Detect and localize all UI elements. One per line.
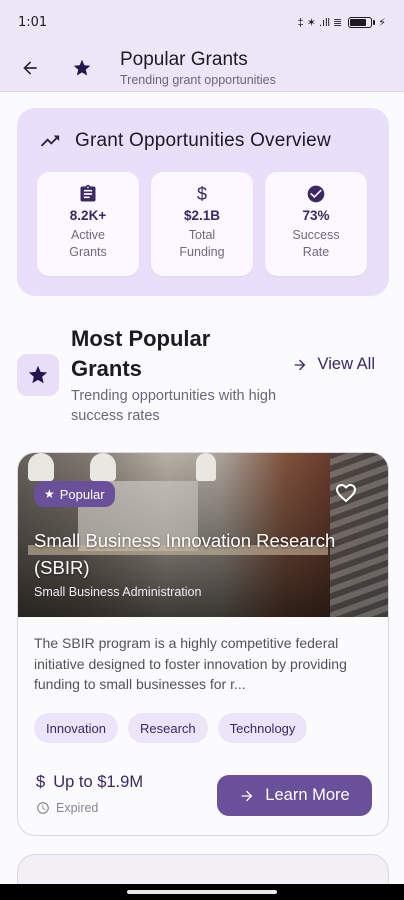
popular-section-header: Most Popular Grants Trending opportuniti… (17, 324, 389, 430)
grant-deadline-label: Expired (56, 801, 99, 815)
page-title: Popular Grants (120, 48, 248, 70)
arrow-right-icon (294, 359, 305, 370)
status-indicators: ‡ ✶ .ıll ≣ (297, 16, 343, 29)
arrow-right-icon (241, 790, 253, 801)
popular-badge: ★ Popular (34, 481, 115, 507)
page-subtitle: Trending grant opportunities (120, 72, 276, 87)
back-button[interactable] (0, 44, 60, 92)
battery-icon (348, 16, 376, 28)
learn-more-label: Learn More (265, 786, 350, 804)
overview-title: Grant Opportunities Overview (75, 130, 331, 151)
view-all-button[interactable]: View All (292, 355, 375, 374)
stats-row: 8.2K+ Active Grants $ $2.1B Total Fundin… (37, 172, 369, 276)
status-time: 1:01 (18, 14, 48, 30)
stat-value: 8.2K+ (69, 208, 107, 223)
stat-value: $2.1B (183, 208, 221, 223)
trending-up-icon (40, 135, 60, 147)
stat-label: Success Rate (292, 228, 340, 259)
home-indicator[interactable] (127, 890, 277, 894)
next-grant-card[interactable] (17, 854, 389, 884)
favorite-button[interactable] (334, 481, 358, 510)
clock-icon (37, 802, 49, 814)
section-title: Most Popular Grants (71, 326, 211, 381)
view-all-label: View All (317, 355, 375, 373)
tag-chip[interactable]: Technology (217, 713, 308, 743)
grant-description: The SBIR program is a highly competitive… (34, 635, 347, 692)
grant-amount-value: Up to $1.9M (53, 773, 144, 791)
main-content[interactable]: Grant Opportunities Overview 8.2K+ Activ… (0, 92, 404, 884)
star-icon: ★ (44, 487, 55, 501)
tag-chip[interactable]: Research (128, 713, 208, 743)
charging-icon: ⚡ (378, 16, 386, 29)
learn-more-button[interactable]: Learn More (217, 775, 372, 816)
grant-title: Small Business Innovation Research (SBIR… (34, 530, 336, 578)
stat-label: Active Grants (69, 228, 107, 259)
grant-card[interactable]: ★ Popular Small Business Innovation Rese… (17, 452, 389, 836)
clipboard-icon (80, 184, 96, 202)
star-icon (17, 354, 59, 396)
status-bar: 1:01 ‡ ✶ .ıll ≣ ⚡ (0, 0, 404, 44)
arrow-left-icon (23, 60, 37, 75)
stat-value: 73% (302, 208, 330, 223)
grant-amount: $ Up to $1.9M (36, 773, 143, 792)
star-icon (60, 58, 104, 78)
dollar-icon: $ (196, 184, 207, 204)
stat-label: Total Funding (179, 228, 225, 259)
stat-success-rate: 73% Success Rate (265, 172, 367, 276)
popular-badge-label: Popular (59, 486, 105, 502)
grant-tags: Innovation Research Technology (18, 703, 388, 743)
section-subtitle: Trending opportunities with high success… (71, 388, 277, 424)
check-circle-icon (307, 185, 325, 203)
grant-agency: Small Business Administration (34, 585, 202, 599)
overview-card: Grant Opportunities Overview 8.2K+ Activ… (17, 108, 389, 296)
heart-outline-icon (336, 484, 356, 503)
stat-total-funding: $ $2.1B Total Funding (151, 172, 253, 276)
dollar-icon: $ (36, 773, 46, 791)
status-icons: ‡ ✶ .ıll ≣ ⚡ (298, 16, 386, 29)
tag-chip[interactable]: Innovation (34, 713, 118, 743)
grant-deadline: Expired (36, 801, 98, 815)
app-bar: Popular Grants Trending grant opportunit… (0, 44, 404, 92)
system-nav-bar (0, 884, 404, 900)
grant-card-image: ★ Popular Small Business Innovation Rese… (18, 453, 388, 617)
stat-active-grants: 8.2K+ Active Grants (37, 172, 139, 276)
